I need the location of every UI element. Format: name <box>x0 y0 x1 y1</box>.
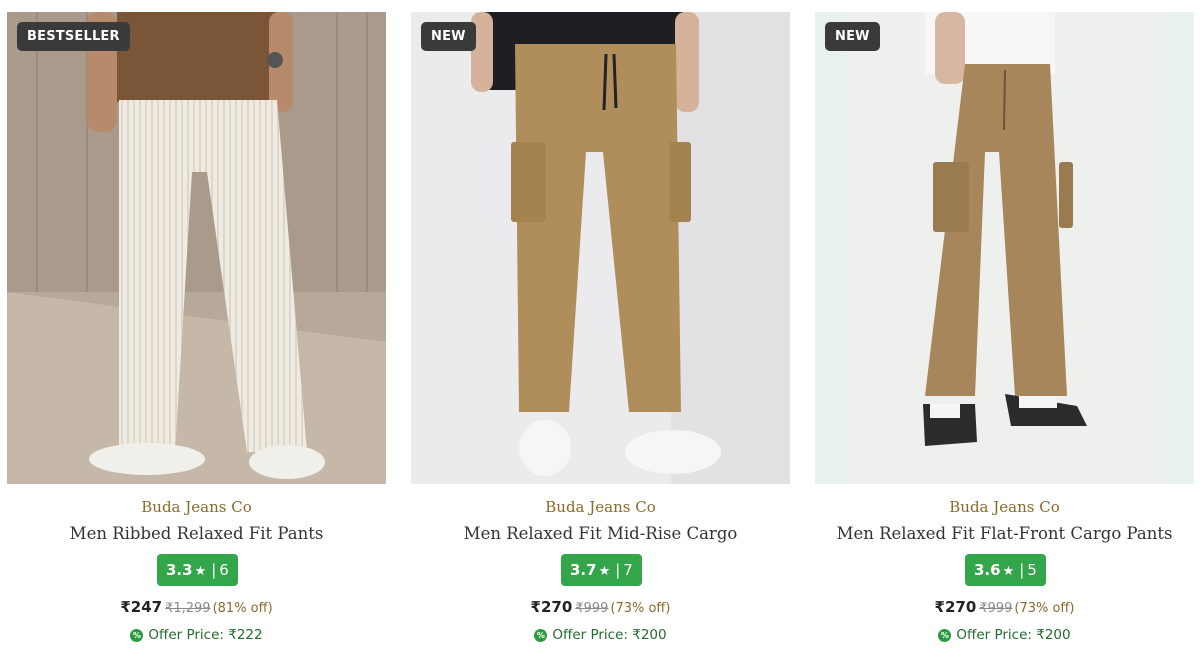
price-row: ₹270 ₹999 (73% off) <box>411 598 790 616</box>
rating-value: 3.6 <box>974 561 1001 579</box>
sale-price: ₹270 <box>530 598 573 616</box>
offer-price-row: % Offer Price: ₹200 <box>815 627 1194 643</box>
price-row: ₹247 ₹1,299 (81% off) <box>7 598 386 616</box>
white-ribbed-pants-photo <box>7 12 386 484</box>
bestseller-badge: BESTSELLER <box>17 22 130 51</box>
product-card[interactable]: BESTSELLER Buda Jeans Co Men Ribbed Rela… <box>7 12 386 652</box>
product-card[interactable]: NEW Buda Jeans Co Men Relaxed Fit Flat-F… <box>815 12 1194 652</box>
star-icon: ★ <box>194 564 207 579</box>
rating-badge: 3.6 ★ | 5 <box>965 554 1046 586</box>
sale-price: ₹270 <box>934 598 977 616</box>
rating-value: 3.7 <box>570 561 597 579</box>
discount-tag-icon: % <box>938 629 952 642</box>
product-title[interactable]: Men Relaxed Fit Mid-Rise Cargo <box>411 524 790 543</box>
product-title[interactable]: Men Relaxed Fit Flat-Front Cargo Pants <box>815 524 1194 543</box>
rating-badge: 3.3 ★ | 6 <box>157 554 238 586</box>
product-title[interactable]: Men Ribbed Relaxed Fit Pants <box>7 524 386 543</box>
product-image[interactable]: BESTSELLER <box>7 12 386 484</box>
product-image[interactable]: NEW <box>815 12 1194 484</box>
offer-price-row: % Offer Price: ₹200 <box>411 627 790 643</box>
rating-value: 3.3 <box>166 561 193 579</box>
new-badge: NEW <box>421 22 476 51</box>
rating-count: 7 <box>623 561 633 579</box>
offer-price-value: ₹200 <box>1036 627 1071 643</box>
discount-percent: (73% off) <box>610 601 671 616</box>
offer-price-value: ₹222 <box>228 627 263 643</box>
product-brand[interactable]: Buda Jeans Co <box>7 498 386 516</box>
discount-tag-icon: % <box>534 629 548 642</box>
offer-price-value: ₹200 <box>632 627 667 643</box>
offer-price-label: Offer Price: <box>956 627 1032 643</box>
discount-tag-icon: % <box>130 629 144 642</box>
rating-count: 5 <box>1027 561 1037 579</box>
rating-count: 6 <box>219 561 229 579</box>
rating-badge: 3.7 ★ | 7 <box>561 554 642 586</box>
offer-price-label: Offer Price: <box>148 627 224 643</box>
new-badge: NEW <box>825 22 880 51</box>
price-row: ₹270 ₹999 (73% off) <box>815 598 1194 616</box>
product-brand[interactable]: Buda Jeans Co <box>411 498 790 516</box>
product-brand[interactable]: Buda Jeans Co <box>815 498 1194 516</box>
sale-price: ₹247 <box>120 598 163 616</box>
offer-price-row: % Offer Price: ₹222 <box>7 627 386 643</box>
star-icon: ★ <box>1002 564 1015 579</box>
original-price: ₹999 <box>979 601 1013 616</box>
discount-percent: (81% off) <box>212 601 273 616</box>
discount-percent: (73% off) <box>1014 601 1075 616</box>
khaki-flat-front-cargo-pants-photo <box>815 12 1194 484</box>
product-grid: BESTSELLER Buda Jeans Co Men Ribbed Rela… <box>0 0 1202 657</box>
offer-price-label: Offer Price: <box>552 627 628 643</box>
star-icon: ★ <box>598 564 611 579</box>
product-card[interactable]: NEW Buda Jeans Co Men Relaxed Fit Mid-Ri… <box>411 12 790 652</box>
product-image[interactable]: NEW <box>411 12 790 484</box>
original-price: ₹1,299 <box>165 601 211 616</box>
original-price: ₹999 <box>575 601 609 616</box>
khaki-cargo-pants-photo <box>411 12 790 484</box>
